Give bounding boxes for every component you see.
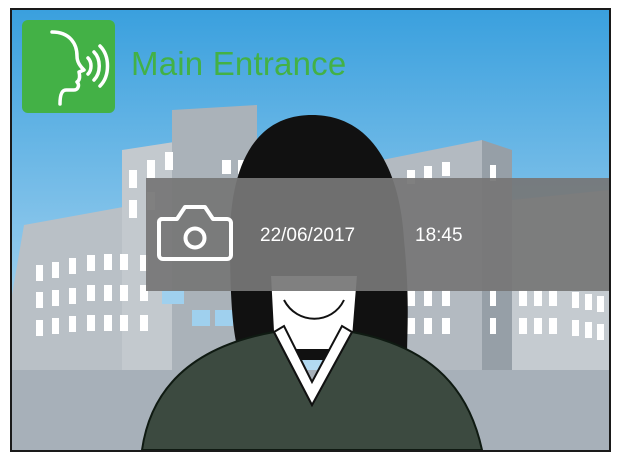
speaking-head-icon[interactable]: [22, 20, 115, 113]
video-frame: 22/06/2017 18:45 Main Entrance: [10, 8, 611, 452]
snapshot-date: 22/06/2017: [260, 225, 356, 246]
camera-icon[interactable]: [155, 201, 235, 270]
snapshot-time: 18:45: [415, 225, 463, 246]
location-title: Main Entrance: [131, 45, 347, 82]
